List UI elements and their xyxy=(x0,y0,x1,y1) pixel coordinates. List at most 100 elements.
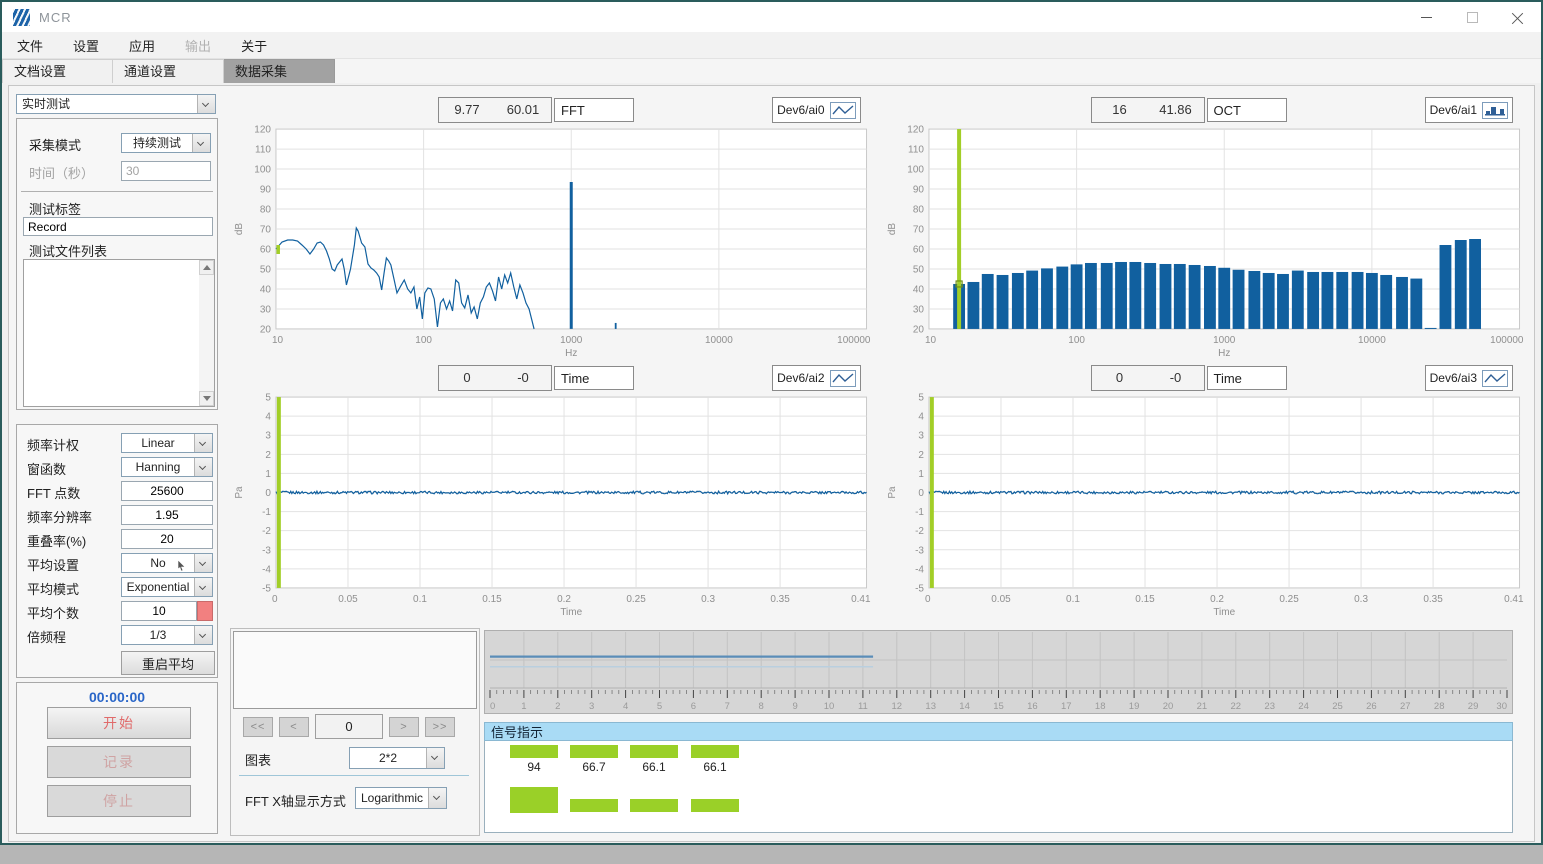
chevron-down-icon xyxy=(194,554,212,572)
svg-text:11: 11 xyxy=(858,701,868,712)
channel-selector[interactable]: Dev6/ai0 xyxy=(772,97,860,123)
test-label-input[interactable] xyxy=(23,217,213,236)
chart-type-field[interactable]: Time xyxy=(554,366,634,390)
svg-text:50: 50 xyxy=(260,264,272,275)
chart-type-field[interactable]: Time xyxy=(1207,366,1287,390)
average-setting-select[interactable]: No xyxy=(121,553,213,573)
octave-select[interactable]: 1/3 xyxy=(121,625,213,645)
fft-points-input[interactable] xyxy=(121,481,213,501)
svg-text:-3: -3 xyxy=(262,545,271,556)
svg-text:3: 3 xyxy=(918,431,924,442)
chevron-down-icon xyxy=(426,748,444,768)
tab-document-settings[interactable]: 文档设置 xyxy=(2,59,113,84)
svg-text:100000: 100000 xyxy=(837,335,871,346)
next-page-button[interactable]: > xyxy=(389,717,419,737)
scroll-down-button[interactable] xyxy=(199,391,214,406)
svg-text:5: 5 xyxy=(918,393,924,404)
first-page-button[interactable]: << xyxy=(243,717,273,737)
signal-peak-bar-ch2 xyxy=(570,799,618,812)
triangle-up-icon xyxy=(203,265,211,270)
tab-channel-settings[interactable]: 通道设置 xyxy=(113,59,224,84)
run-controls-group: 00:00:00 开始 记录 停止 xyxy=(16,682,218,834)
signal-peak-bar-ch4 xyxy=(691,799,739,812)
channel-selector[interactable]: Dev6/ai2 xyxy=(772,365,860,391)
cursor-x-value: 0 xyxy=(439,366,495,390)
octave-label: 倍频程 xyxy=(27,627,66,646)
menu-application[interactable]: 应用 xyxy=(114,36,170,55)
scroll-up-button[interactable] xyxy=(199,260,214,275)
freq-resolution-input[interactable] xyxy=(121,505,213,525)
svg-text:-3: -3 xyxy=(915,545,924,556)
page-number-field[interactable]: 0 xyxy=(315,714,383,739)
overlap-input[interactable] xyxy=(121,529,213,549)
timeline-strip: 0123456789101112131415161718192021222324… xyxy=(484,630,1513,714)
chart-layout-select[interactable]: 2*2 xyxy=(349,747,445,769)
svg-text:2: 2 xyxy=(918,450,924,461)
prev-page-button[interactable]: < xyxy=(279,717,309,737)
svg-text:0.3: 0.3 xyxy=(701,594,715,605)
average-count-label: 平均个数 xyxy=(27,603,79,622)
svg-text:4: 4 xyxy=(623,701,628,712)
scrollbar-track[interactable] xyxy=(199,275,214,391)
acq-mode-label: 采集模式 xyxy=(29,135,81,154)
svg-text:-2: -2 xyxy=(915,526,924,537)
svg-text:10000: 10000 xyxy=(1357,335,1385,346)
svg-text:90: 90 xyxy=(260,185,272,196)
restart-average-button[interactable]: 重启平均 xyxy=(121,651,215,675)
svg-text:0.25: 0.25 xyxy=(1279,594,1299,605)
svg-text:0: 0 xyxy=(490,701,495,712)
svg-text:27: 27 xyxy=(1400,701,1411,712)
svg-text:-5: -5 xyxy=(915,583,924,594)
time-input[interactable] xyxy=(121,161,211,181)
window-controls xyxy=(1403,2,1541,32)
fft-xaxis-select[interactable]: Logarithmic xyxy=(355,787,447,809)
minimize-button[interactable] xyxy=(1403,2,1449,32)
test-file-listbox[interactable] xyxy=(23,259,215,407)
svg-text:0.41: 0.41 xyxy=(851,594,871,605)
cursor-y-value: 41.86 xyxy=(1148,98,1204,122)
svg-text:Pa: Pa xyxy=(234,486,245,499)
svg-text:3: 3 xyxy=(265,431,271,442)
analysis-params-group: 频率计权 Linear 窗函数 Hanning FFT 点数 频率分辨率 重叠率… xyxy=(16,424,218,678)
menu-file[interactable]: 文件 xyxy=(2,36,58,55)
average-setting-label: 平均设置 xyxy=(27,555,79,574)
chart-type-field[interactable]: OCT xyxy=(1207,98,1287,122)
svg-text:120: 120 xyxy=(907,125,924,136)
maximize-button[interactable] xyxy=(1449,2,1495,32)
chart-grid: 9.77 60.01 FFT Dev6/ai0 2030405060708090… xyxy=(230,93,1535,620)
average-mode-select[interactable]: Exponential xyxy=(121,577,213,597)
svg-text:dB: dB xyxy=(886,223,897,236)
freq-weighting-select[interactable]: Linear xyxy=(121,433,213,453)
menu-about[interactable]: 关于 xyxy=(226,36,282,55)
channel-selector[interactable]: Dev6/ai3 xyxy=(1425,365,1513,391)
tab-data-acquisition[interactable]: 数据采集 xyxy=(224,59,335,84)
svg-text:-1: -1 xyxy=(262,507,271,518)
tab-bar: 文档设置 通道设置 数据采集 xyxy=(2,59,1541,84)
last-page-button[interactable]: >> xyxy=(425,717,455,737)
signal-level-bar-ch4 xyxy=(691,745,739,758)
menu-settings[interactable]: 设置 xyxy=(58,36,114,55)
acq-mode-select[interactable]: 持续测试 xyxy=(121,133,211,153)
svg-text:1: 1 xyxy=(918,469,924,480)
start-button[interactable]: 开始 xyxy=(47,707,191,739)
preview-box xyxy=(233,631,477,709)
overlap-label: 重叠率(%) xyxy=(27,531,86,550)
time-chart-ai2[interactable]: -5-4-3-2-101234500.050.10.150.20.250.30.… xyxy=(230,391,883,620)
cursor-readout: 9.77 60.01 xyxy=(438,97,552,123)
oct-chart[interactable]: 2030405060708090100110120101001000100001… xyxy=(883,123,1536,361)
window-function-select[interactable]: Hanning xyxy=(121,457,213,477)
average-count-input[interactable] xyxy=(121,601,197,621)
svg-text:0.1: 0.1 xyxy=(413,594,427,605)
svg-text:22: 22 xyxy=(1231,701,1242,712)
svg-text:14: 14 xyxy=(959,701,970,712)
fft-chart[interactable]: 2030405060708090100110120101001000100001… xyxy=(230,123,883,361)
timeline-ruler[interactable]: 0123456789101112131415161718192021222324… xyxy=(484,630,1513,714)
svg-text:30: 30 xyxy=(912,304,924,315)
svg-text:10: 10 xyxy=(824,701,835,712)
chart-type-field[interactable]: FFT xyxy=(554,98,634,122)
test-mode-select[interactable]: 实时测试 xyxy=(16,94,216,114)
close-button[interactable] xyxy=(1495,2,1541,32)
time-chart-ai3[interactable]: -5-4-3-2-101234500.050.10.150.20.250.30.… xyxy=(883,391,1536,620)
stop-button: 停止 xyxy=(47,785,191,817)
channel-selector[interactable]: Dev6/ai1 xyxy=(1425,97,1513,123)
